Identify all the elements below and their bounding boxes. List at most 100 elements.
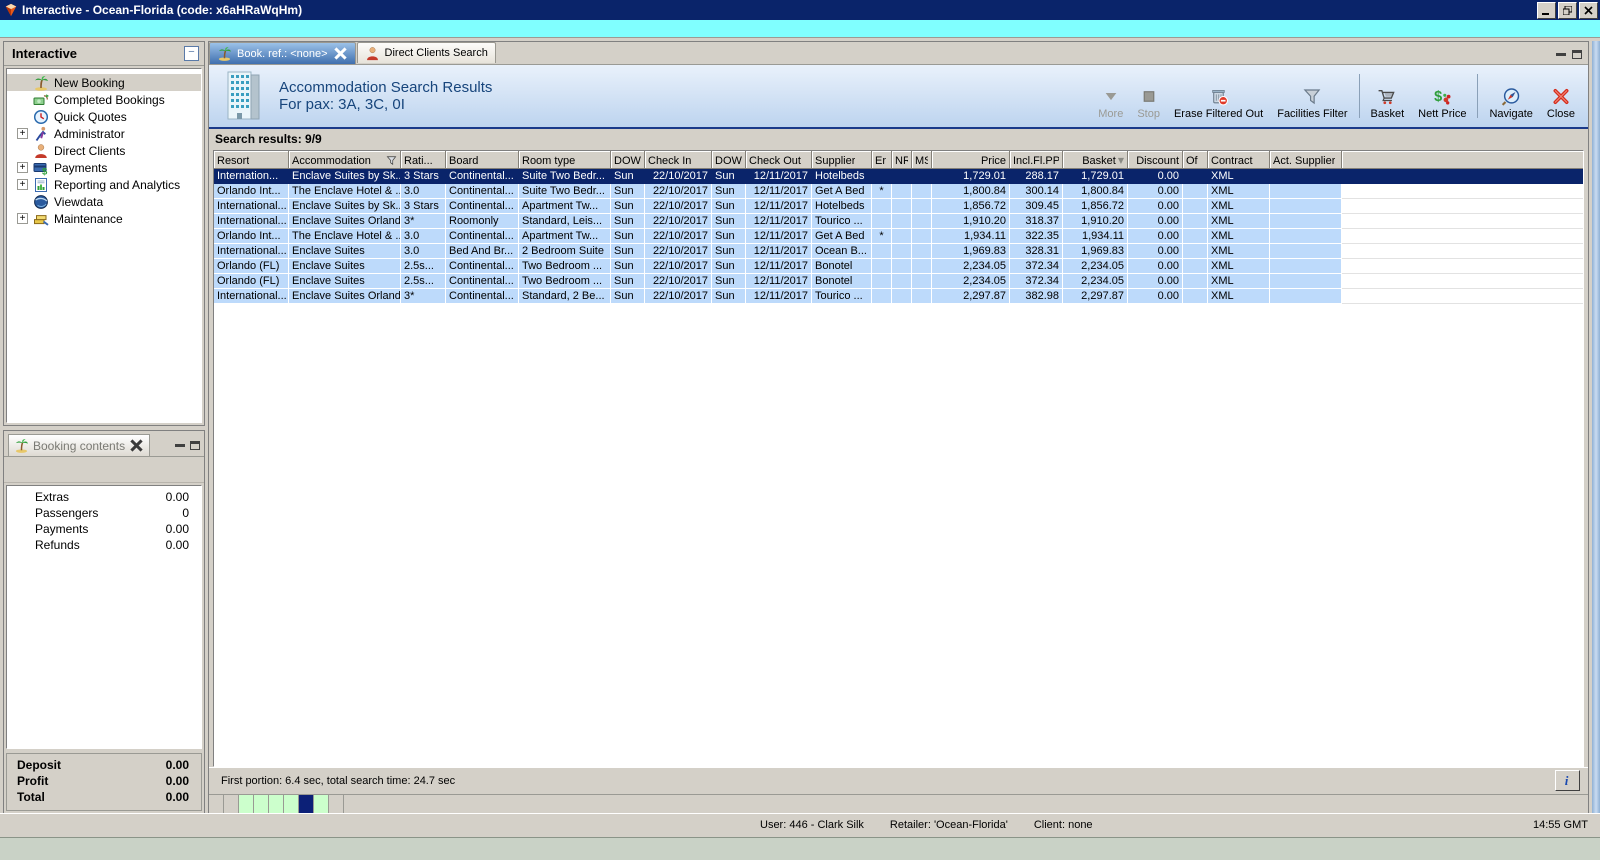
booking-item-row[interactable]: Refunds 0.00: [7, 538, 201, 554]
toolbar-button[interactable]: Stop: [1130, 72, 1167, 120]
table-row[interactable]: Internation... Enclave Suites by Sk... 3 S…: [214, 169, 1583, 184]
portion-tab[interactable]: [209, 795, 224, 813]
column-header-incl-fl-pp[interactable]: Incl.Fl.PP: [1010, 151, 1063, 169]
collapse-panel-button[interactable]: −: [184, 46, 199, 61]
table-cell: *: [872, 184, 892, 199]
sidebar-item[interactable]: + Reporting and Analytics: [7, 176, 201, 193]
table-cell: 1,800.84: [932, 184, 1010, 199]
table-cell: 1,969.83: [932, 244, 1010, 259]
portion-tab[interactable]: [254, 795, 269, 813]
sidebar-item[interactable]: + Maintenance: [7, 210, 201, 227]
column-header-contract[interactable]: Contract: [1208, 151, 1270, 169]
table-cell: [872, 274, 892, 289]
portion-tab[interactable]: [224, 795, 239, 813]
column-header-nr[interactable]: NR: [892, 151, 912, 169]
basket-icon: [1377, 87, 1397, 106]
column-header-check-out[interactable]: Check Out: [746, 151, 812, 169]
menu-item[interactable]: [20, 20, 34, 37]
column-header-resort[interactable]: Resort: [214, 151, 289, 169]
filter-icon[interactable]: [386, 155, 397, 166]
close-tab-icon[interactable]: [333, 46, 348, 61]
column-header-room-type[interactable]: Room type: [519, 151, 611, 169]
expand-toggle[interactable]: +: [17, 213, 28, 224]
column-header-supplier[interactable]: Supplier: [812, 151, 872, 169]
table-row[interactable]: International... Enclave Suites by Sk... 3…: [214, 199, 1583, 214]
table-row[interactable]: Orlando Int... The Enclave Hotel & ... 3.0…: [214, 229, 1583, 244]
minimize-panel-button[interactable]: [175, 444, 185, 447]
table-cell: Sun: [712, 244, 746, 259]
booking-item-row[interactable]: Payments 0.00: [7, 522, 201, 538]
table-row[interactable]: Orlando (FL) Enclave Suites 2.5s... Contine…: [214, 259, 1583, 274]
expand-toggle[interactable]: +: [17, 162, 28, 173]
column-header-check-in[interactable]: Check In: [645, 151, 712, 169]
toolbar-button[interactable]: Basket: [1364, 72, 1412, 120]
table-row-filler: [1342, 274, 1583, 289]
column-header-basket[interactable]: Basket ▼: [1063, 151, 1128, 169]
sidebar-item[interactable]: Direct Clients: [7, 142, 201, 159]
palm-icon: [33, 75, 49, 91]
table-row[interactable]: Orlando Int... The Enclave Hotel & ... 3.0…: [214, 184, 1583, 199]
column-header-act-supplier[interactable]: Act. Supplier: [1270, 151, 1342, 169]
restore-button[interactable]: [1558, 1, 1577, 19]
booking-item-row[interactable]: Extras 0.00: [7, 490, 201, 506]
column-header-dow[interactable]: DOW: [611, 151, 645, 169]
toolbar-button[interactable]: Navigate: [1482, 72, 1539, 120]
maximize-panel-button[interactable]: [190, 441, 200, 450]
table-row-filler: [1342, 184, 1583, 199]
minimize-panel-button[interactable]: [1556, 53, 1566, 56]
close-panel-icon[interactable]: [129, 438, 144, 453]
table-row[interactable]: International... Enclave Suites Orlando 3*…: [214, 214, 1583, 229]
table-cell: 0.00: [1128, 169, 1183, 184]
info-button[interactable]: i: [1555, 770, 1580, 791]
document-tab[interactable]: Direct Clients Search: [356, 42, 496, 63]
column-header-discount[interactable]: Discount: [1128, 151, 1183, 169]
table-row[interactable]: Orlando (FL) Enclave Suites 2.5s... Contine…: [214, 274, 1583, 289]
toolbar-button[interactable]: Facilities Filter: [1270, 72, 1354, 120]
maximize-panel-button[interactable]: [1572, 50, 1582, 59]
booking-contents-tab[interactable]: Booking contents: [8, 434, 151, 456]
column-header-ms[interactable]: MS: [912, 151, 932, 169]
column-header-price[interactable]: Price: [932, 151, 1010, 169]
table-row[interactable]: International... Enclave Suites Orlando 3*…: [214, 289, 1583, 304]
minimize-button[interactable]: [1537, 1, 1556, 19]
sidebar-item[interactable]: Quick Quotes: [7, 108, 201, 125]
column-header-er[interactable]: Er: [872, 151, 892, 169]
table-cell: 309.45: [1010, 199, 1063, 214]
expand-toggle[interactable]: +: [17, 179, 28, 190]
sidebar-item[interactable]: Completed Bookings: [7, 91, 201, 108]
column-header-accommodation[interactable]: Accommodation: [289, 151, 401, 169]
table-cell: Roomonly: [446, 214, 519, 229]
sidebar-item[interactable]: New Booking: [7, 74, 201, 91]
table-cell: 12/11/2017: [746, 169, 812, 184]
column-header-rati[interactable]: Rati...: [401, 151, 446, 169]
portion-tab[interactable]: [299, 795, 314, 813]
sidebar-item[interactable]: + Administrator: [7, 125, 201, 142]
table-cell: International...: [214, 199, 289, 214]
table-body: Internation... Enclave Suites by Sk... 3 S…: [214, 169, 1583, 766]
expand-toggle[interactable]: +: [17, 128, 28, 139]
portion-tab[interactable]: [239, 795, 254, 813]
document-tab[interactable]: Book. ref.: <none>: [209, 42, 356, 64]
column-header-dow[interactable]: DOW: [712, 151, 746, 169]
column-header-board[interactable]: Board: [446, 151, 519, 169]
menu-item[interactable]: [6, 20, 20, 37]
menu-item[interactable]: [34, 20, 48, 37]
toolbar-button[interactable]: Erase Filtered Out: [1167, 72, 1270, 120]
toolbar-button[interactable]: More: [1091, 72, 1130, 120]
toolbar-button[interactable]: $ Nett Price: [1411, 72, 1473, 120]
toolbar-button[interactable]: Close: [1540, 72, 1582, 120]
sidebar-item[interactable]: + $ Payments: [7, 159, 201, 176]
portion-tab[interactable]: [314, 795, 329, 813]
table-cell: Sun: [712, 274, 746, 289]
sidebar-item[interactable]: Viewdata: [7, 193, 201, 210]
close-window-button[interactable]: [1579, 1, 1598, 19]
table-cell: 12/11/2017: [746, 229, 812, 244]
portion-tab[interactable]: [284, 795, 299, 813]
table-cell: XML: [1208, 244, 1270, 259]
booking-item-row[interactable]: Passengers 0: [7, 506, 201, 522]
table-cell: 1,934.11: [932, 229, 1010, 244]
table-row[interactable]: International... Enclave Suites 3.0 Bed And…: [214, 244, 1583, 259]
column-header-of[interactable]: Of: [1183, 151, 1208, 169]
portion-tab[interactable]: [269, 795, 284, 813]
portion-tab[interactable]: [329, 795, 344, 813]
